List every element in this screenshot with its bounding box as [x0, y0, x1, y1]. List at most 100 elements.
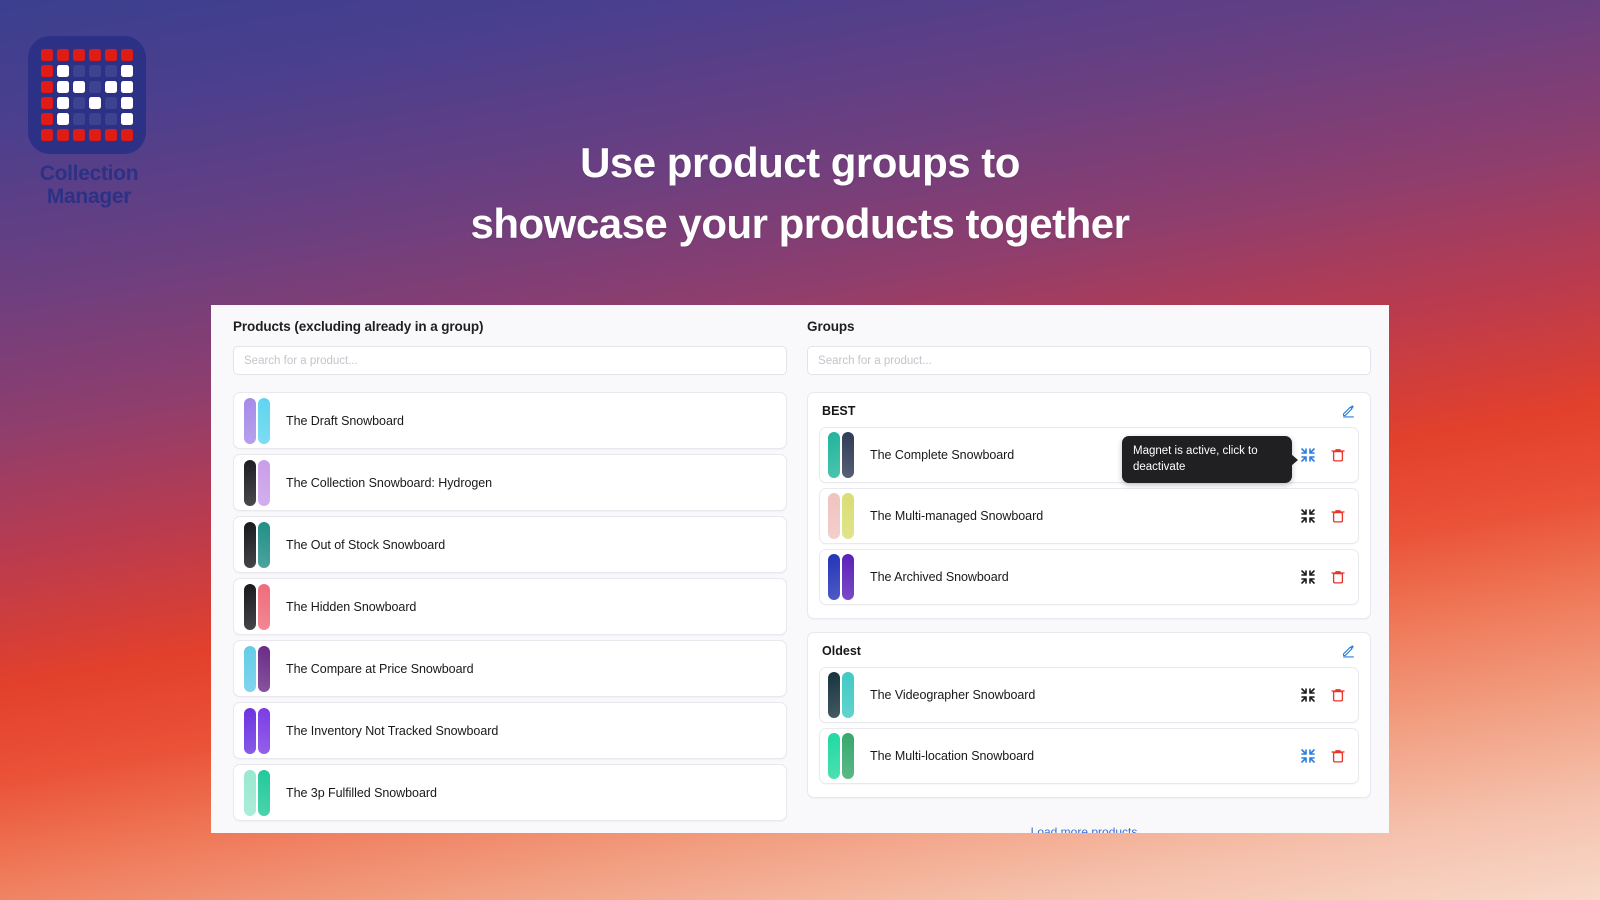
- product-label: The Multi-location Snowboard: [870, 749, 1035, 763]
- snowboard-thumbnail: [244, 707, 256, 754]
- headline-line-2: showcase your products together: [470, 199, 1130, 247]
- snowboard-thumbnail: [842, 554, 855, 600]
- magnet-compress-icon[interactable]: [1300, 687, 1316, 703]
- snowboard-thumbnail: [828, 554, 841, 600]
- product-list-item[interactable]: The Hidden Snowboard: [233, 578, 788, 635]
- product-label: The Hidden Snowboard: [286, 599, 417, 614]
- product-label: The Videographer Snowboard: [870, 688, 1036, 702]
- product-list-item[interactable]: The 3p Fulfilled Snowboard: [233, 764, 788, 821]
- product-label: The Multi-managed Snowboard: [870, 509, 1044, 523]
- logo-cell-navy: [89, 81, 101, 93]
- logo-cell-navy: [89, 65, 101, 77]
- snowboard-thumbnail: [244, 397, 256, 444]
- logo-cell-navy: [105, 97, 117, 109]
- group-card: Oldest The Videographer Snowboard The Mult…: [807, 632, 1371, 798]
- logo-cell-red: [41, 113, 53, 125]
- products-column: Products (excluding already in a group) …: [223, 319, 797, 833]
- logo-cell-navy: [105, 65, 117, 77]
- pencil-icon[interactable]: [1341, 403, 1356, 418]
- logo-cell-red: [73, 49, 85, 61]
- logo-cell-white: [105, 81, 117, 93]
- product-thumbnail: [244, 769, 272, 816]
- snowboard-thumbnail: [828, 733, 841, 779]
- snowboard-thumbnail: [258, 583, 270, 630]
- snowboard-thumbnail: [258, 645, 270, 692]
- products-panel-title: Products (excluding already in a group): [233, 319, 484, 334]
- product-thumbnail: [244, 397, 272, 444]
- product-label: The Draft Snowboard: [286, 413, 404, 428]
- products-search-input[interactable]: [233, 346, 788, 375]
- load-more-products-link[interactable]: Load more products: [797, 825, 1371, 833]
- logo-cell-navy: [73, 65, 85, 77]
- logo-cell-white: [57, 81, 69, 93]
- product-label: The Compare at Price Snowboard: [286, 661, 474, 676]
- snowboard-thumbnail: [244, 583, 256, 630]
- product-thumbnail: [244, 707, 272, 754]
- logo-cell-white: [121, 97, 133, 109]
- magnet-tooltip: Magnet is active, click to deactivate: [1122, 436, 1292, 484]
- logo-cell-white: [57, 97, 69, 109]
- product-thumbnail: [244, 583, 272, 630]
- snowboard-thumbnail: [244, 521, 256, 568]
- trash-icon[interactable]: [1330, 569, 1346, 585]
- headline-line-1: Use product groups to: [580, 139, 1020, 186]
- snowboard-thumbnail: [842, 432, 855, 478]
- snowboard-thumbnail: [842, 493, 855, 539]
- product-thumbnail: [828, 493, 856, 539]
- product-list-item[interactable]: The Out of Stock Snowboard: [233, 516, 788, 573]
- trash-icon[interactable]: [1330, 748, 1346, 764]
- magnet-compress-icon[interactable]: [1300, 447, 1316, 463]
- group-item-row[interactable]: The Multi-location Snowboard: [819, 728, 1359, 784]
- group-item-row[interactable]: The Multi-managed Snowboard: [819, 488, 1359, 544]
- snowboard-thumbnail: [244, 459, 256, 506]
- snowboard-thumbnail: [828, 432, 841, 478]
- group-header: BEST: [819, 403, 1359, 427]
- magnet-compress-icon[interactable]: [1300, 508, 1316, 524]
- row-actions: [1300, 508, 1346, 524]
- logo-cell-white: [121, 113, 133, 125]
- product-list-item[interactable]: The Compare at Price Snowboard: [233, 640, 788, 697]
- product-label: The Collection Snowboard: Hydrogen: [286, 475, 493, 490]
- trash-icon[interactable]: [1330, 687, 1346, 703]
- product-thumbnail: [244, 645, 272, 692]
- logo-cell-white: [89, 97, 101, 109]
- product-label: The Archived Snowboard: [870, 570, 1009, 584]
- snowboard-thumbnail: [258, 769, 270, 816]
- product-thumbnail: [244, 459, 272, 506]
- product-label: The Out of Stock Snowboard: [286, 537, 446, 552]
- snowboard-thumbnail: [244, 645, 256, 692]
- logo-cell-red: [105, 49, 117, 61]
- snowboard-thumbnail: [842, 733, 855, 779]
- logo-cell-white: [73, 81, 85, 93]
- groups-search-input[interactable]: [807, 346, 1371, 375]
- product-list-item[interactable]: The Inventory Not Tracked Snowboard: [233, 702, 788, 759]
- group-name: Oldest: [822, 643, 861, 658]
- group-name: BEST: [822, 403, 856, 418]
- magnet-compress-icon[interactable]: [1300, 748, 1316, 764]
- trash-icon[interactable]: [1330, 508, 1346, 524]
- product-label: The Inventory Not Tracked Snowboard: [286, 723, 499, 738]
- logo-cell-navy: [73, 97, 85, 109]
- product-list-item[interactable]: The Collection Snowboard: Hydrogen: [233, 454, 788, 511]
- snowboard-thumbnail: [258, 521, 270, 568]
- group-item-row[interactable]: The Archived Snowboard: [819, 549, 1359, 605]
- product-list-item[interactable]: The Draft Snowboard: [233, 392, 788, 449]
- logo-cell-white: [57, 65, 69, 77]
- group-item-rows: The Videographer Snowboard The Multi-loca…: [819, 667, 1359, 784]
- logo-cell-red: [41, 49, 53, 61]
- logo-cell-white: [121, 65, 133, 77]
- snowboard-thumbnail: [244, 769, 256, 816]
- row-actions: [1300, 687, 1346, 703]
- logo-cell-white: [121, 81, 133, 93]
- pencil-icon[interactable]: [1341, 643, 1356, 658]
- logo-cell-red: [89, 49, 101, 61]
- groups-column: Groups BESTThe Complete SnowboardThe Mul…: [797, 319, 1371, 833]
- snowboard-thumbnail: [828, 493, 841, 539]
- trash-icon[interactable]: [1330, 447, 1346, 463]
- group-item-row[interactable]: The Videographer Snowboard: [819, 667, 1359, 723]
- row-actions: [1300, 569, 1346, 585]
- product-thumbnail: [828, 554, 856, 600]
- logo-cell-navy: [89, 113, 101, 125]
- logo-cell-navy: [73, 113, 85, 125]
- magnet-compress-icon[interactable]: [1300, 569, 1316, 585]
